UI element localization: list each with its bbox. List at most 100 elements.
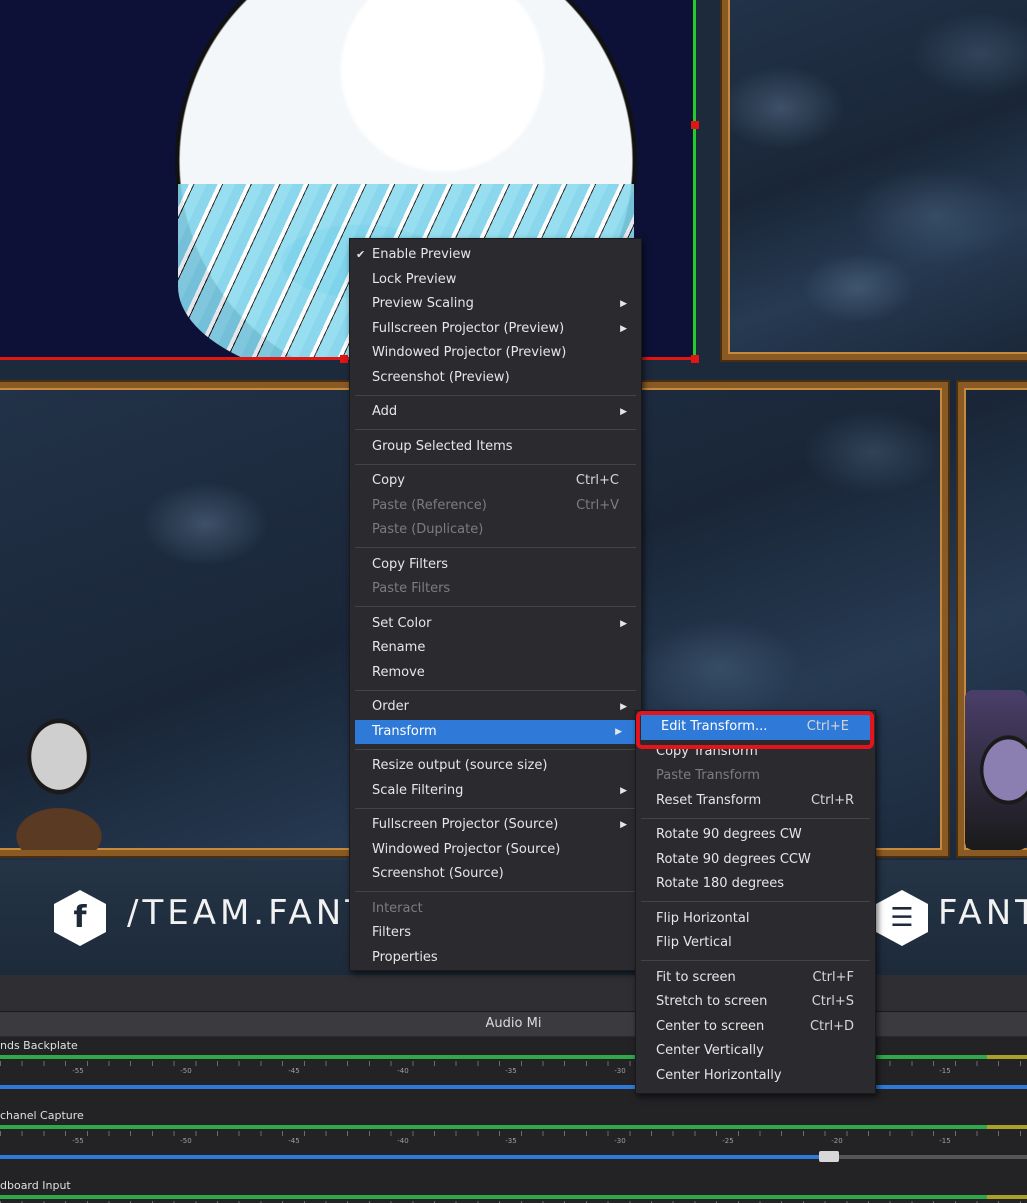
menu-separator: [355, 547, 636, 548]
menu-item-group-selected-items[interactable]: Group Selected Items: [350, 435, 641, 460]
banner-text-right: FANTA: [938, 893, 1027, 933]
menu-item-flip-vertical[interactable]: Flip Vertical: [636, 931, 875, 956]
meter-ticks: [0, 1131, 1027, 1136]
tick-label: -35: [505, 1067, 517, 1075]
menu-item-scale-filtering[interactable]: Scale Filtering ▶: [350, 779, 641, 804]
tick-label: -35: [505, 1137, 517, 1145]
menu-item-screenshot-preview[interactable]: Screenshot (Preview): [350, 366, 641, 391]
menu-item-filters[interactable]: Filters: [350, 921, 641, 946]
volume-slider[interactable]: [0, 1151, 1027, 1162]
menu-item-enable-preview[interactable]: ✔ Enable Preview: [350, 243, 641, 268]
menu-item-add[interactable]: Add ▶: [350, 400, 641, 425]
menu-item-shortcut: Ctrl+V: [576, 497, 619, 513]
menu-item-label: Paste Filters: [372, 581, 451, 596]
menu-item-fullscreen-projector-preview[interactable]: Fullscreen Projector (Preview) ▶: [350, 317, 641, 342]
tick-label: -50: [180, 1067, 192, 1075]
menu-item-flip-horizontal[interactable]: Flip Horizontal: [636, 907, 875, 932]
menu-item-copy-filters[interactable]: Copy Filters: [350, 553, 641, 578]
tick-label: -30: [614, 1137, 626, 1145]
menu-item-label: Paste (Reference): [372, 497, 487, 513]
tick-label: -15: [939, 1137, 951, 1145]
menu-separator: [641, 817, 870, 819]
tick-label: -55: [72, 1067, 84, 1075]
menu-item-rotate-90-degrees-cw[interactable]: Rotate 90 degrees CW: [636, 823, 875, 848]
menu-item-paste-reference: Paste (Reference) Ctrl+V: [350, 494, 641, 519]
resize-handle-bottom-right[interactable]: [691, 355, 699, 363]
resize-handle-bottom[interactable]: [340, 355, 348, 363]
menu-item-screenshot-source[interactable]: Screenshot (Source): [350, 862, 641, 887]
menu-item-label: Enable Preview: [372, 247, 472, 262]
tick-label: -20: [831, 1137, 843, 1145]
menu-item-label: Copy Transform: [656, 743, 758, 759]
menu-item-preview-scaling[interactable]: Preview Scaling ▶: [350, 292, 641, 317]
menu-item-label: Interact: [372, 900, 423, 916]
menu-item-center-horizontally[interactable]: Center Horizontally: [636, 1064, 875, 1089]
menu-separator: [355, 689, 636, 691]
submenu-arrow-icon: ▶: [620, 299, 627, 309]
mixer-channel: chanel Capture -55 -50 -45 -40 -35 -30 -25 -20 -…: [0, 1107, 1027, 1177]
menu-item-copy[interactable]: Copy Ctrl+C: [350, 469, 641, 494]
menu-item-fullscreen-projector-source[interactable]: Fullscreen Projector (Source) ▶: [350, 813, 641, 838]
submenu-arrow-icon: ▶: [620, 618, 627, 629]
submenu-arrow-icon: ▶: [620, 702, 627, 712]
tick-label: -30: [614, 1067, 626, 1075]
menu-item-rotate-180-degrees[interactable]: Rotate 180 degrees: [636, 872, 875, 897]
menu-item-set-color[interactable]: Set Color ▶: [350, 612, 641, 637]
menu-item-transform[interactable]: Transform ▶: [355, 719, 636, 744]
menu-item-label: Filters: [372, 925, 411, 940]
menu-item-label: Fullscreen Projector (Source): [372, 817, 559, 832]
menu-item-label: Fullscreen Projector (Preview): [372, 320, 565, 336]
submenu-arrow-icon: ▶: [620, 323, 627, 334]
tick-label: -45: [288, 1137, 300, 1145]
menu-item-label: Reset Transform: [656, 792, 762, 808]
menu-item-label: Remove: [372, 664, 425, 680]
top-right-frame: [722, 0, 1027, 360]
menu-item-stretch-to-screen[interactable]: Stretch to screen Ctrl+S: [636, 990, 875, 1015]
menu-item-windowed-projector-source[interactable]: Windowed Projector (Source): [350, 838, 641, 863]
menu-separator: [641, 901, 870, 902]
menu-item-reset-transform[interactable]: Reset Transform Ctrl+R: [636, 789, 875, 814]
channel-name: nds Backplate: [0, 1039, 78, 1052]
channel-name: chanel Capture: [0, 1109, 84, 1122]
character-portrait-left: [0, 680, 118, 850]
menu-item-rotate-90-degrees-ccw[interactable]: Rotate 90 degrees CCW: [636, 848, 875, 873]
menu-item-fit-to-screen[interactable]: Fit to screen Ctrl+F: [636, 966, 875, 991]
menu-item-label: Flip Horizontal: [656, 910, 750, 926]
menu-separator: [355, 394, 636, 396]
menu-item-label: Rotate 180 degrees: [656, 876, 784, 891]
tick-label: -15: [939, 1067, 951, 1075]
submenu-arrow-icon: ▶: [620, 820, 627, 830]
submenu-arrow-icon: ▶: [620, 407, 627, 417]
volume-meter: [0, 1125, 1027, 1129]
menu-separator: [641, 960, 870, 961]
menu-item-label: Screenshot (Source): [372, 866, 504, 881]
menu-item-label: Paste Transform: [656, 768, 760, 783]
channel-name: dboard Input: [0, 1179, 71, 1192]
menu-item-label: Preview Scaling: [372, 296, 474, 311]
menu-item-resize-output-source-size[interactable]: Resize output (source size): [350, 754, 641, 779]
menu-item-label: Center Vertically: [656, 1043, 764, 1058]
menu-item-edit-transform[interactable]: Edit Transform... Ctrl+E: [641, 715, 870, 740]
resize-handle-right[interactable]: [691, 121, 699, 129]
menu-item-label: Set Color: [372, 615, 432, 631]
submenu-arrow-icon: ▶: [615, 726, 622, 737]
menu-item-label: Transform: [372, 723, 437, 739]
menu-item-label: Copy Filters: [372, 556, 449, 572]
menu-item-shortcut: Ctrl+D: [809, 1018, 854, 1034]
menu-item-rename[interactable]: Rename: [350, 636, 641, 661]
menu-item-center-vertically[interactable]: Center Vertically: [636, 1039, 875, 1064]
menu-item-interact: Interact: [350, 897, 641, 922]
menu-item-label: Properties: [372, 949, 438, 965]
menu-item-paste-filters: Paste Filters: [350, 577, 641, 602]
menu-item-copy-transform[interactable]: Copy Transform: [636, 740, 875, 765]
volume-slider-knob[interactable]: [819, 1151, 839, 1162]
menu-item-properties[interactable]: Properties: [350, 946, 641, 971]
transform-submenu: Edit Transform... Ctrl+E Copy Transform Pas…: [635, 710, 876, 1094]
menu-item-windowed-projector-preview[interactable]: Windowed Projector (Preview): [350, 341, 641, 366]
menu-item-center-to-screen[interactable]: Center to screen Ctrl+D: [636, 1015, 875, 1040]
menu-item-label: Screenshot (Preview): [372, 369, 510, 385]
menu-item-remove[interactable]: Remove: [350, 661, 641, 686]
menu-item-order[interactable]: Order ▶: [350, 695, 641, 720]
menu-item-shortcut: Ctrl+S: [811, 994, 854, 1009]
menu-item-lock-preview[interactable]: Lock Preview: [350, 268, 641, 293]
